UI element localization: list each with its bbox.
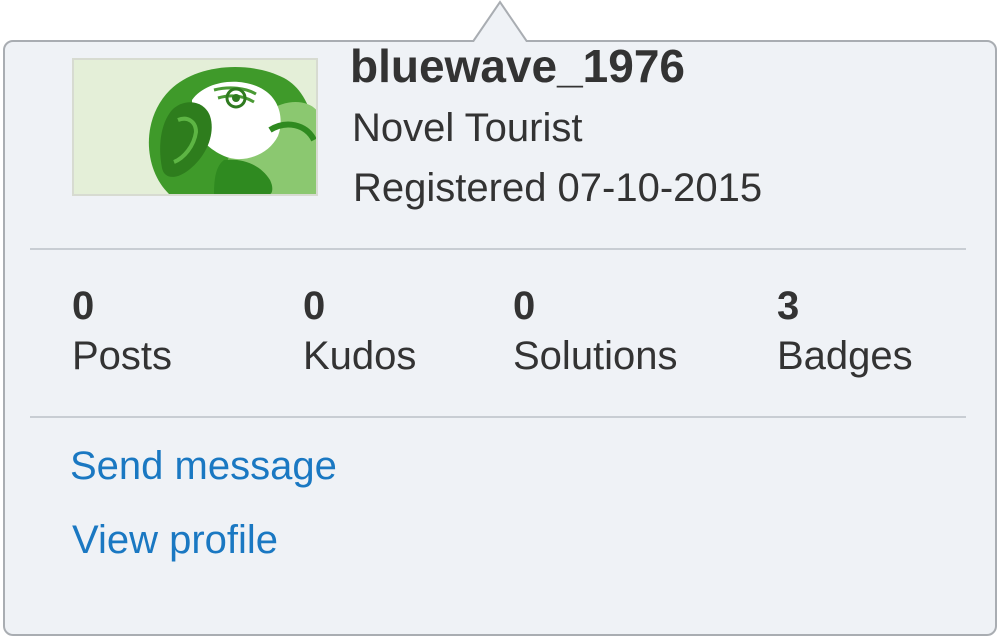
send-message-link[interactable]: Send message xyxy=(70,442,337,490)
stat-solutions: 0 Solutions xyxy=(513,282,678,382)
stat-kudos-value: 0 xyxy=(303,284,326,328)
stat-kudos: 0 Kudos xyxy=(303,282,416,382)
divider xyxy=(30,248,966,250)
stat-posts-value: 0 xyxy=(72,284,95,328)
stat-posts: 0 Posts xyxy=(72,282,172,382)
user-rank: Novel Tourist xyxy=(352,106,583,150)
stat-badges: 3 Badges xyxy=(777,282,913,382)
stat-solutions-value: 0 xyxy=(513,284,536,328)
stat-badges-label: Badges xyxy=(777,334,913,378)
parrot-avatar-icon[interactable] xyxy=(72,58,318,196)
registration-date: Registered 07-10-2015 xyxy=(353,166,763,210)
username[interactable]: bluewave_1976 xyxy=(350,38,685,94)
popover-caret xyxy=(470,0,530,44)
stat-badges-value: 3 xyxy=(777,284,800,328)
divider xyxy=(30,416,966,418)
view-profile-link[interactable]: View profile xyxy=(72,516,278,564)
stat-kudos-label: Kudos xyxy=(303,334,417,378)
stat-posts-label: Posts xyxy=(72,334,173,378)
stat-solutions-label: Solutions xyxy=(513,334,678,378)
